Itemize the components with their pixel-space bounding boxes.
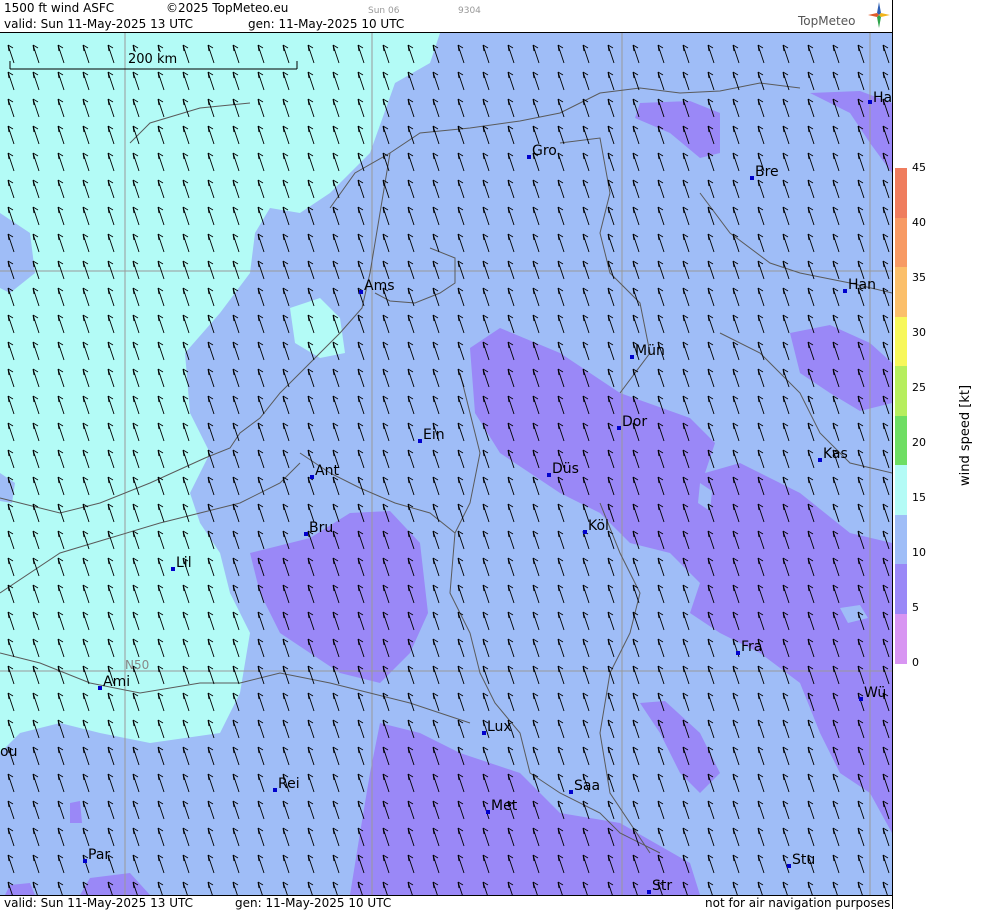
copyright: ©2025 TopMeteo.eu [166,1,289,15]
legend-color-band [895,564,907,614]
legend-color-band [895,415,907,466]
city-marker-icon [859,697,863,701]
strong-wind-cell-small [70,801,82,823]
city-marker-icon [583,530,587,534]
latitude-label: N50 [125,658,150,672]
map-header: 1500 ft wind ASFC ©2025 TopMeteo.eu Sun … [0,0,892,33]
city-label: Bru [304,520,333,536]
city-label: Ha [868,90,892,106]
city-marker-icon [617,426,621,430]
wind-speed-color-legend [895,168,907,664]
brand-name: TopMeteo [798,14,856,28]
footer-valid-time: valid: Sun 11-May-2025 13 UTC [4,896,193,910]
city-marker-icon [647,890,651,894]
legend-color-band [895,613,907,664]
city-label: Fra [736,639,762,655]
city-label: Str [647,878,672,894]
city-marker-icon [787,864,791,868]
generated-time: gen: 11-May-2025 10 UTC [248,17,405,31]
city-marker-icon [486,810,490,814]
wind-map-canvas [0,33,892,895]
legend-tick-label: 25 [912,381,926,394]
legend-tick-label: 35 [912,271,926,284]
compass-logo-icon [868,2,890,28]
city-label: Mün [630,343,665,359]
city-marker-icon [171,567,175,571]
scale-bar-label: 200 km [128,52,178,67]
city-label: Lil [171,555,192,571]
legend-color-band [895,168,907,218]
city-marker-icon [750,176,754,180]
map-footer: valid: Sun 11-May-2025 13 UTC gen: 11-Ma… [0,895,892,910]
legend-unit-label: wind speed [kt] [958,384,973,486]
small-day-label: Sun 06 [368,6,400,16]
city-marker-icon [569,790,573,794]
city-marker-icon [547,473,551,477]
city-label: Par [83,847,110,863]
city-label: Ant [310,463,339,479]
disclaimer: not for air navigation purposes [705,896,891,910]
city-marker-icon [98,686,102,690]
city-marker-icon [843,289,847,293]
legend-color-band [895,316,907,367]
city-label: Saa [569,778,600,794]
legend-tick-label: 15 [912,491,926,504]
city-marker-icon [818,458,822,462]
city-marker-icon [418,439,422,443]
legend-color-band [895,465,907,515]
city-marker-icon [273,788,277,792]
city-marker-icon [868,100,872,104]
legend-tick-label: 45 [912,161,926,174]
city-label: Lux [482,719,512,735]
legend-color-band [895,267,907,317]
legend-color-band [895,217,907,268]
city-label: Dor [617,414,647,430]
legend-tick-label: 40 [912,216,926,229]
wind-map[interactable]: 200 km N50 Ha Gro Bre Ams Han Mün Dor Ei… [0,33,892,895]
city-label: Rei [273,776,300,792]
city-label: Ami [98,674,130,690]
city-label: Bre [750,164,779,180]
legend-separator [892,0,893,909]
footer-generated-time: gen: 11-May-2025 10 UTC [235,896,392,910]
city-label: Kas [818,446,848,462]
city-marker-icon [736,651,740,655]
city-marker-icon [83,859,87,863]
legend-tick-label: 10 [912,546,926,559]
valid-time: valid: Sun 11-May-2025 13 UTC [4,17,193,31]
city-label: Han [843,277,876,293]
legend-color-band [895,366,907,416]
legend-tick-label: 0 [912,656,919,669]
city-label: Ein [418,427,445,443]
city-label: Ams [359,278,395,294]
legend-tick-label: 30 [912,326,926,339]
legend-tick-label: 20 [912,436,926,449]
city-label: Stu [787,852,815,868]
city-marker-icon [310,475,314,479]
city-label: Düs [547,461,579,477]
city-label: Met [486,798,517,814]
city-label: Wü [859,685,886,701]
legend-color-band [895,514,907,565]
legend-tick-label: 5 [912,601,919,614]
city-marker-icon [630,355,634,359]
city-marker-icon [304,532,308,536]
city-label: ou [0,744,18,760]
city-marker-icon [527,155,531,159]
product-title: 1500 ft wind ASFC [4,1,115,15]
city-label: Gro [527,143,557,159]
city-label: Köl [583,518,609,534]
small-code-label: 9304 [458,6,481,16]
city-marker-icon [482,731,486,735]
city-marker-icon [359,290,363,294]
